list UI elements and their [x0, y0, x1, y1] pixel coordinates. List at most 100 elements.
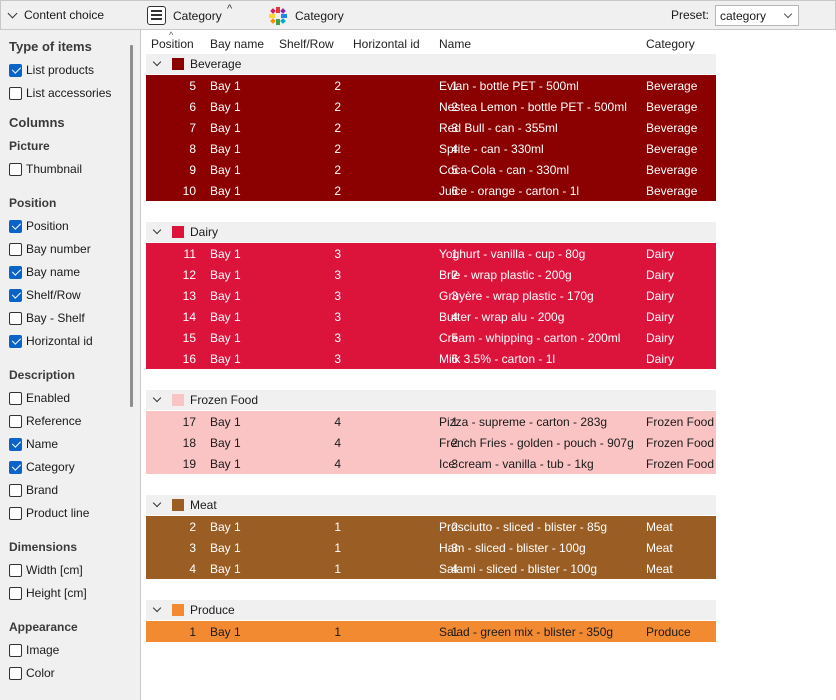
chevron-down-icon[interactable] [152, 225, 162, 235]
cell-bay-name: Bay 1 [210, 541, 241, 555]
table-row[interactable]: 16 Bay 1 3 6 Milk 3.5% - carton - 1l Dairy [146, 348, 716, 369]
checkbox-height[interactable]: Height [cm] [9, 585, 87, 601]
table-row[interactable]: 5 Bay 1 2 1 Evian - bottle PET - 500ml Bevera… [146, 75, 716, 96]
checkbox-bay-shelf[interactable]: Bay - Shelf [9, 310, 85, 326]
sidebar-scrollbar[interactable] [130, 45, 133, 407]
table-row[interactable]: 8 Bay 1 2 4 Sprite - can - 330ml Beverage [146, 138, 716, 159]
checkbox[interactable] [9, 63, 22, 77]
sort-ascending-icon[interactable]: ^ [227, 3, 232, 15]
cell-bay-name: Bay 1 [210, 436, 241, 450]
checkbox-position[interactable]: Position [9, 218, 69, 234]
column-header-position[interactable]: Position [151, 37, 194, 51]
picture-heading: Picture [9, 139, 50, 153]
checkbox[interactable] [9, 483, 22, 497]
column-header-category[interactable]: Category [646, 37, 695, 51]
checkbox-thumbnail[interactable]: Thumbnail [9, 161, 82, 177]
checkbox-horizontal-id[interactable]: Horizontal id [9, 333, 93, 349]
cell-name: Ice cream - vanilla - tub - 1kg [439, 457, 594, 471]
group-header[interactable]: Meat [146, 495, 716, 515]
top-toolbar: Content choice Category ^ Category Prese… [0, 0, 836, 30]
column-header-shelf-row[interactable]: Shelf/Row [279, 37, 334, 51]
checkbox-bay-number[interactable]: Bay number [9, 241, 91, 257]
checkbox[interactable] [9, 437, 22, 451]
cell-name: Coca-Cola - can - 330ml [439, 163, 570, 177]
content-choice-toggle[interactable]: Content choice [1, 1, 104, 29]
table-row[interactable]: 10 Bay 1 2 6 Juice - orange - carton - 1l Bev… [146, 180, 716, 201]
group-by-button[interactable]: Category [147, 4, 222, 27]
chevron-down-icon[interactable] [152, 393, 162, 403]
checkbox-enabled[interactable]: Enabled [9, 390, 70, 406]
table-row[interactable]: 1 Bay 1 1 1 Salad - green mix - blister - 35… [146, 621, 716, 642]
table-row[interactable]: 14 Bay 1 3 4 Butter - wrap alu - 200g Dairy [146, 306, 716, 327]
checkbox[interactable] [9, 311, 22, 325]
cell-name: Red Bull - can - 355ml [439, 121, 558, 135]
cell-position: 17 [182, 415, 196, 429]
cell-name: French Fries - golden - pouch - 907g [439, 436, 634, 450]
table-row[interactable]: 18 Bay 1 4 2 French Fries - golden - pouch -… [146, 432, 716, 453]
checkbox[interactable] [9, 460, 22, 474]
group-header[interactable]: Frozen Food [146, 390, 716, 410]
table-row[interactable]: 17 Bay 1 4 1 Pizza - supreme - carton - 283g… [146, 411, 716, 432]
chevron-down-icon[interactable] [152, 498, 162, 508]
checkbox[interactable] [9, 506, 22, 520]
appearance-heading: Appearance [9, 620, 78, 634]
cell-position: 12 [182, 268, 196, 282]
checkbox-image[interactable]: Image [9, 642, 59, 658]
checkbox[interactable] [9, 586, 22, 600]
table-row[interactable]: 19 Bay 1 4 3 Ice cream - vanilla - tub - 1kg… [146, 453, 716, 474]
checkbox-color[interactable]: Color [9, 665, 55, 681]
table-row[interactable]: 7 Bay 1 2 3 Red Bull - can - 355ml Beverage [146, 117, 716, 138]
cell-name: Yoghurt - vanilla - cup - 80g [439, 247, 586, 261]
table-row[interactable]: 9 Bay 1 2 5 Coca-Cola - can - 330ml Beverage [146, 159, 716, 180]
table-row[interactable]: 4 Bay 1 1 4 Salami - sliced - blister - 100g… [146, 558, 716, 579]
checkbox[interactable] [9, 414, 22, 428]
checkbox[interactable] [9, 643, 22, 657]
checkbox-width[interactable]: Width [cm] [9, 562, 83, 578]
checkbox[interactable] [9, 162, 22, 176]
group-header[interactable]: Beverage [146, 54, 716, 74]
checkbox-product-line[interactable]: Product line [9, 505, 89, 521]
preset-select[interactable]: category [715, 5, 799, 26]
cell-bay-name: Bay 1 [210, 142, 241, 156]
cell-bay-name: Bay 1 [210, 415, 241, 429]
checkbox-bay-name[interactable]: Bay name [9, 264, 80, 280]
table-row[interactable]: 3 Bay 1 1 3 Ham - sliced - blister - 100g Mea… [146, 537, 716, 558]
checkbox-list-accessories[interactable]: List accessories [9, 85, 111, 101]
checkbox-category[interactable]: Category [9, 459, 75, 475]
color-by-button[interactable]: Category [268, 4, 344, 27]
checkbox[interactable] [9, 391, 22, 405]
table-row[interactable]: 13 Bay 1 3 3 Gruyère - wrap plastic - 170g Da… [146, 285, 716, 306]
cell-category: Beverage [646, 184, 698, 198]
checkbox[interactable] [9, 86, 22, 100]
checkbox[interactable] [9, 265, 22, 279]
cell-shelf-row: 2 [334, 142, 341, 156]
chevron-down-icon[interactable] [152, 603, 162, 613]
column-header-name[interactable]: Name [439, 37, 471, 51]
cell-name: Ham - sliced - blister - 100g [439, 541, 586, 555]
group-header[interactable]: Produce [146, 600, 716, 620]
table-row[interactable]: 6 Bay 1 2 2 Nestea Lemon - bottle PET - 500m… [146, 96, 716, 117]
chevron-down-icon[interactable] [152, 57, 162, 67]
cell-category: Dairy [646, 247, 675, 261]
checkbox[interactable] [9, 219, 22, 233]
table-row[interactable]: 2 Bay 1 1 2 Prosciutto - sliced - blister - … [146, 516, 716, 537]
table-row[interactable]: 11 Bay 1 3 1 Yoghurt - vanilla - cup - 80g Da… [146, 243, 716, 264]
checkbox-list-products[interactable]: List products [9, 62, 94, 78]
checkbox-shelf-row[interactable]: Shelf/Row [9, 287, 81, 303]
table-row[interactable]: 12 Bay 1 3 2 Brie - wrap plastic - 200g Dairy [146, 264, 716, 285]
checkbox[interactable] [9, 242, 22, 256]
table-row[interactable]: 15 Bay 1 3 5 Cream - whipping - carton - 200… [146, 327, 716, 348]
checkbox[interactable] [9, 334, 22, 348]
checkbox-name[interactable]: Name [9, 436, 58, 452]
checkbox-brand[interactable]: Brand [9, 482, 58, 498]
group-header[interactable]: Dairy [146, 222, 716, 242]
checkbox[interactable] [9, 563, 22, 577]
checkbox-reference[interactable]: Reference [9, 413, 81, 429]
column-header-bay-name[interactable]: Bay name [210, 37, 264, 51]
column-header-horizontal-id[interactable]: Horizontal id [353, 37, 420, 51]
checkbox[interactable] [9, 288, 22, 302]
preset-label: Preset: [671, 8, 710, 22]
checkbox[interactable] [9, 666, 22, 680]
cell-bay-name: Bay 1 [210, 184, 241, 198]
cell-category: Beverage [646, 163, 698, 177]
